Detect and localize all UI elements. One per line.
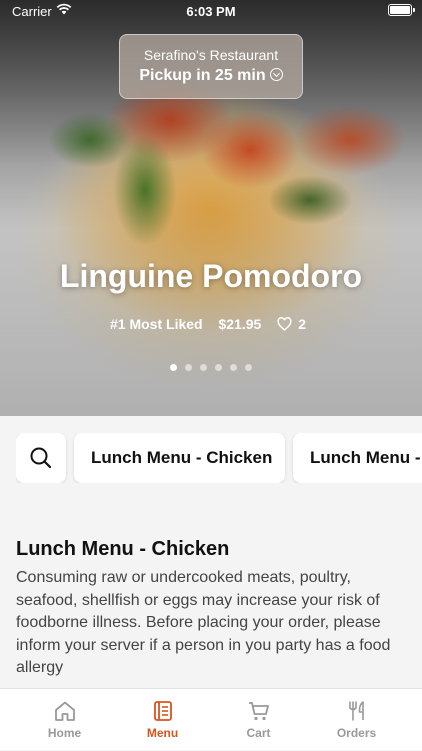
- restaurant-name: Serafino's Restaurant: [143, 47, 279, 63]
- menu-icon: [153, 701, 172, 721]
- carousel-dot[interactable]: [215, 364, 222, 371]
- popularity-badge: #1 Most Liked: [110, 316, 203, 332]
- menu-section: Lunch Menu - Chicken Consuming raw or un…: [16, 538, 406, 680]
- dish-title: Linguine Pomodoro: [59, 258, 363, 294]
- like-count: 2: [298, 316, 306, 332]
- search-icon: [30, 447, 52, 469]
- like-button[interactable]: 2: [277, 316, 312, 332]
- tab-label: Orders: [336, 726, 377, 740]
- carousel-dot[interactable]: [200, 364, 207, 371]
- status-bar: Carrier 6:03 PM: [0, 0, 422, 22]
- dish-meta: #1 Most Liked $21.95 2: [0, 316, 422, 332]
- carousel-dot[interactable]: [170, 364, 177, 371]
- dish-price: $21.95: [218, 316, 262, 332]
- fork-knife-icon: [348, 701, 364, 721]
- heart-icon: [277, 317, 292, 331]
- carousel-dots[interactable]: [0, 358, 422, 376]
- tab-bar: Home Menu Cart Orders: [0, 688, 422, 750]
- pickup-selector[interactable]: Serafino's Restaurant Pickup in 25 min: [119, 34, 303, 99]
- allergy-disclaimer: Consuming raw or undercooked meats, poul…: [16, 569, 391, 676]
- carousel-dot[interactable]: [245, 364, 252, 371]
- carousel-dot[interactable]: [230, 364, 237, 371]
- battery-icon: [388, 4, 415, 16]
- category-chip-next[interactable]: Lunch Menu -: [293, 433, 422, 483]
- carousel-dot[interactable]: [185, 364, 192, 371]
- tab-label: Menu: [146, 726, 179, 740]
- tab-home[interactable]: Home: [12, 689, 117, 751]
- tab-label: Cart: [246, 726, 271, 740]
- tab-menu[interactable]: Menu: [110, 689, 215, 751]
- tab-label: Home: [47, 726, 82, 740]
- clock: 6:03 PM: [186, 4, 236, 19]
- tab-cart[interactable]: Cart: [206, 689, 311, 751]
- pickup-time: Pickup in 25 min: [120, 67, 302, 85]
- chevron-down-icon: [269, 68, 283, 81]
- category-chips[interactable]: Lunch Menu - Chicken Lunch Menu -: [16, 433, 422, 483]
- tab-orders[interactable]: Orders: [304, 689, 409, 751]
- section-title: Lunch Menu - Chicken: [16, 538, 230, 560]
- search-button[interactable]: [16, 433, 66, 483]
- category-chip-lunch-chicken[interactable]: Lunch Menu - Chicken: [74, 433, 285, 483]
- cart-icon: [248, 702, 269, 721]
- home-icon: [54, 701, 75, 721]
